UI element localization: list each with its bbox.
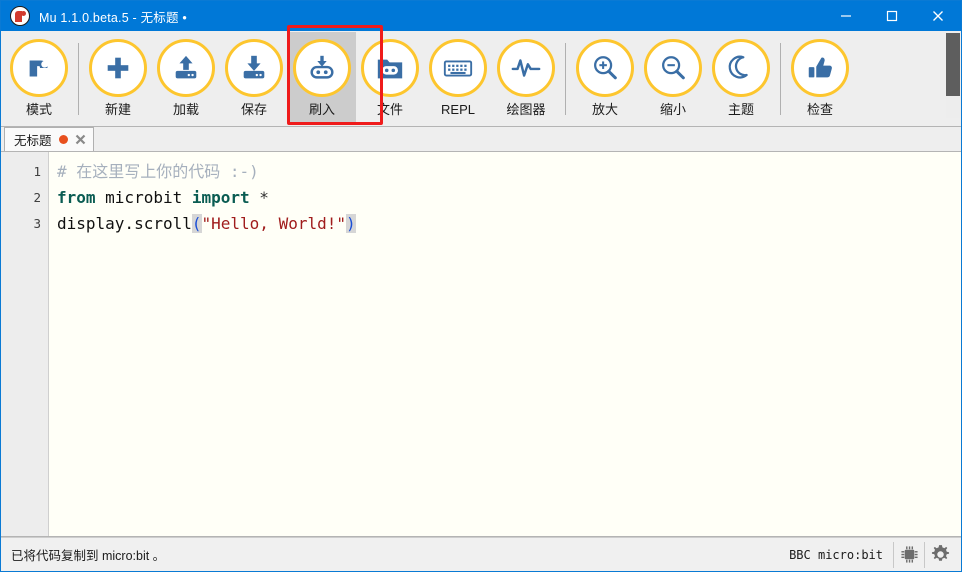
code-line: # 在这里写上你的代码 :-) [57, 159, 961, 185]
code-token: "Hello, World!" [201, 214, 347, 233]
zoom-out-icon [644, 39, 702, 97]
line-number: 3 [33, 216, 41, 231]
toolbar-button-check[interactable]: 检查 [786, 32, 854, 124]
toolbar-scrollbar[interactable] [946, 33, 960, 118]
toolbar-separator-2 [565, 43, 566, 115]
toolbar-button-files[interactable]: 文件 [356, 32, 424, 124]
code-line: from microbit import * [57, 185, 961, 211]
code-token: # 在这里写上你的代码 :-) [57, 162, 259, 181]
toolbar-label-new: 新建 [104, 102, 131, 117]
toolbar-label-zoomout: 缩小 [659, 102, 686, 117]
toolbar-button-mode[interactable]: 模式 [5, 32, 73, 124]
toolbar-button-zoomin[interactable]: 放大 [571, 32, 639, 124]
gear-icon[interactable] [925, 540, 955, 570]
toolbar-button-save[interactable]: 保存 [220, 32, 288, 124]
mu-logo-icon [10, 6, 30, 26]
code-token: ) [346, 214, 356, 233]
code-token: from [57, 188, 96, 207]
code-text-area[interactable]: # 在这里写上你的代码 :-) from microbit import * dis… [49, 152, 961, 536]
toolbar-separator-1 [78, 43, 79, 115]
mu-mode-icon [10, 39, 68, 97]
toolbar-separator-3 [780, 43, 781, 115]
plus-icon [89, 39, 147, 97]
toolbar: 模式 新建 加载 保存 刷入 文件 REPL 绘图器 放大 缩小 主题 检查 [1, 25, 961, 127]
title-bar: Mu 1.1.0.beta.5 - 无标题 • [1, 1, 961, 31]
window-controls [823, 1, 961, 31]
zoom-in-icon [576, 39, 634, 97]
minimize-button[interactable] [823, 1, 869, 31]
toolbar-button-plotter[interactable]: 绘图器 [492, 32, 560, 124]
code-token: microbit [95, 188, 192, 207]
toolbar-label-files: 文件 [376, 102, 403, 117]
line-number-gutter: 1 2 3 [1, 152, 49, 536]
close-button[interactable] [915, 1, 961, 31]
toolbar-label-mode: 模式 [25, 102, 52, 117]
maximize-button[interactable] [869, 1, 915, 31]
upload-arrow-icon [157, 39, 215, 97]
toolbar-label-load: 加载 [172, 102, 199, 117]
code-token: ( [191, 214, 202, 233]
status-bar: 已将代码复制到 micro:bit 。 BBC micro:bit [1, 537, 961, 571]
code-token: * [259, 188, 269, 207]
toolbar-button-zoomout[interactable]: 缩小 [639, 32, 707, 124]
mu-editor-window: Mu 1.1.0.beta.5 - 无标题 • 模式 新建 加载 保存 刷入 文… [0, 0, 962, 572]
toolbar-button-load[interactable]: 加载 [152, 32, 220, 124]
toolbar-button-new[interactable]: 新建 [84, 32, 152, 124]
toolbar-label-flash: 刷入 [308, 102, 335, 117]
code-line: display.scroll("Hello, World!") [57, 211, 961, 237]
folder-robot-icon [361, 39, 419, 97]
toolbar-label-repl: REPL [441, 102, 475, 117]
toolbar-buttons: 模式 新建 加载 保存 刷入 文件 REPL 绘图器 放大 缩小 主题 检查 [1, 31, 961, 127]
toolbar-label-check: 检查 [806, 102, 833, 117]
tab-label: 无标题 [14, 134, 52, 148]
line-number: 1 [33, 164, 41, 179]
waveform-icon [497, 39, 555, 97]
keyboard-icon [429, 39, 487, 97]
download-save-icon [225, 39, 283, 97]
toolbar-button-repl[interactable]: REPL [424, 32, 492, 124]
status-device-label: BBC micro:bit [789, 547, 883, 562]
moon-icon [712, 39, 770, 97]
toolbar-label-theme: 主题 [727, 102, 754, 117]
window-title: Mu 1.1.0.beta.5 - 无标题 • [39, 10, 187, 25]
robot-flash-icon [293, 39, 351, 97]
tab-untitled[interactable]: 无标题 [4, 127, 94, 151]
code-token: import [191, 188, 250, 207]
tab-bar: 无标题 [1, 127, 961, 152]
toolbar-button-theme[interactable]: 主题 [707, 32, 775, 124]
toolbar-label-plotter: 绘图器 [506, 102, 546, 117]
code-editor[interactable]: 1 2 3 # 在这里写上你的代码 :-) from microbit import … [1, 152, 961, 537]
tab-modified-indicator [58, 135, 68, 144]
toolbar-label-save: 保存 [240, 102, 267, 117]
status-message: 已将代码复制到 micro:bit 。 [11, 549, 166, 563]
microchip-icon[interactable] [894, 540, 924, 570]
toolbar-scrollbar-thumb[interactable] [946, 33, 960, 96]
thumbs-up-icon [791, 39, 849, 97]
close-icon[interactable] [75, 134, 87, 146]
code-token: display.scroll [57, 214, 192, 233]
line-number: 2 [33, 190, 41, 205]
toolbar-label-zoomin: 放大 [591, 102, 618, 117]
toolbar-button-flash[interactable]: 刷入 [288, 32, 356, 124]
